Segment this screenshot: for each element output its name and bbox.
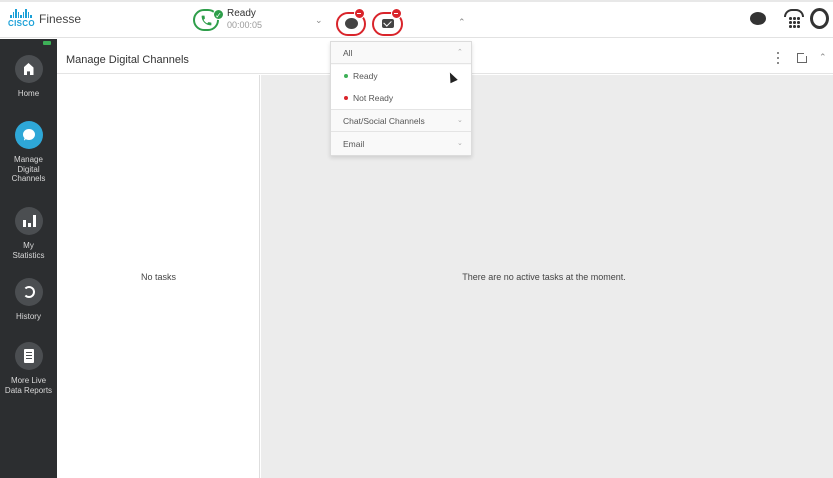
dialpad-icon[interactable] [783,8,805,30]
report-icon [23,349,34,363]
user-avatar-icon[interactable] [810,8,829,29]
status-label: Ready [227,8,256,19]
task-list-panel: No tasks [57,75,260,478]
ready-check-icon: ✓ [213,9,224,20]
logo-text: CISCO [8,19,35,28]
home-icon [23,63,34,75]
chevron-up-icon: ⌃ [457,49,463,56]
not-ready-badge-icon [391,8,402,19]
sidebar-item-home[interactable]: Home [0,55,57,99]
sidebar-item-my-statistics[interactable]: My Statistics [0,207,57,260]
sidebar-item-history[interactable]: History [0,278,57,322]
sidebar-item-label: Home [17,89,40,98]
email-channel-button[interactable] [372,8,403,36]
sidebar-item-label: More Live Data Reports [4,376,53,395]
top-accent-line [0,0,833,2]
chat-bubble-icon [22,129,35,140]
chat-icon [345,18,358,29]
chevron-down-icon: ⌄ [457,140,463,147]
red-status-dot-icon [344,96,348,100]
sidebar-item-label: History [16,312,41,321]
empty-detail-message: There are no active tasks at the moment. [462,272,626,282]
channel-status-dropdown: All ⌃ Ready Not Ready Chat/Social Channe… [330,41,472,156]
top-header: CISCO Finesse ✓ Ready 00:00:05 ⌄ ⌃ [0,0,833,38]
left-sidebar: Home Manage Digital Channels My Statisti… [0,39,57,478]
pin-indicator [43,41,51,45]
kebab-menu-icon[interactable] [776,52,780,66]
status-timer: 00:00:05 [227,20,263,30]
chevron-up-icon[interactable]: ⌃ [458,17,466,28]
agent-status-dropdown[interactable]: ✓ Ready 00:00:05 ⌄ [193,6,329,36]
empty-tasks-message: No tasks [140,272,176,282]
dropdown-group-email[interactable]: Email ⌄ [331,133,471,155]
bar-chart-icon [22,215,36,227]
sidebar-item-label: Manage Digital Channels [11,155,46,183]
chat-header-icon[interactable] [750,12,766,26]
cisco-logo: CISCO [8,9,35,31]
chevron-down-icon: ⌄ [457,117,463,124]
not-ready-badge-icon [354,8,365,19]
popout-icon[interactable] [797,51,809,63]
sidebar-item-label: My Statistics [12,241,45,260]
dropdown-group-all[interactable]: All ⌃ [331,42,471,64]
sidebar-item-manage-digital-channels[interactable]: Manage Digital Channels [0,121,57,184]
sidebar-item-more-live-data-reports[interactable]: More Live Data Reports [0,342,57,395]
dropdown-option-not-ready[interactable]: Not Ready [331,87,471,110]
gadget-title: Manage Digital Channels [66,54,189,66]
chevron-down-icon: ⌄ [315,15,323,25]
chat-channel-button[interactable] [336,8,366,36]
dropdown-group-chat-social[interactable]: Chat/Social Channels ⌄ [331,110,471,132]
history-icon [22,286,35,298]
green-status-dot-icon [344,74,348,78]
app-name: Finesse [39,12,82,26]
phone-icon: ✓ [193,9,224,31]
envelope-icon [382,19,394,28]
collapse-chevron-icon[interactable]: ⌃ [819,52,827,63]
